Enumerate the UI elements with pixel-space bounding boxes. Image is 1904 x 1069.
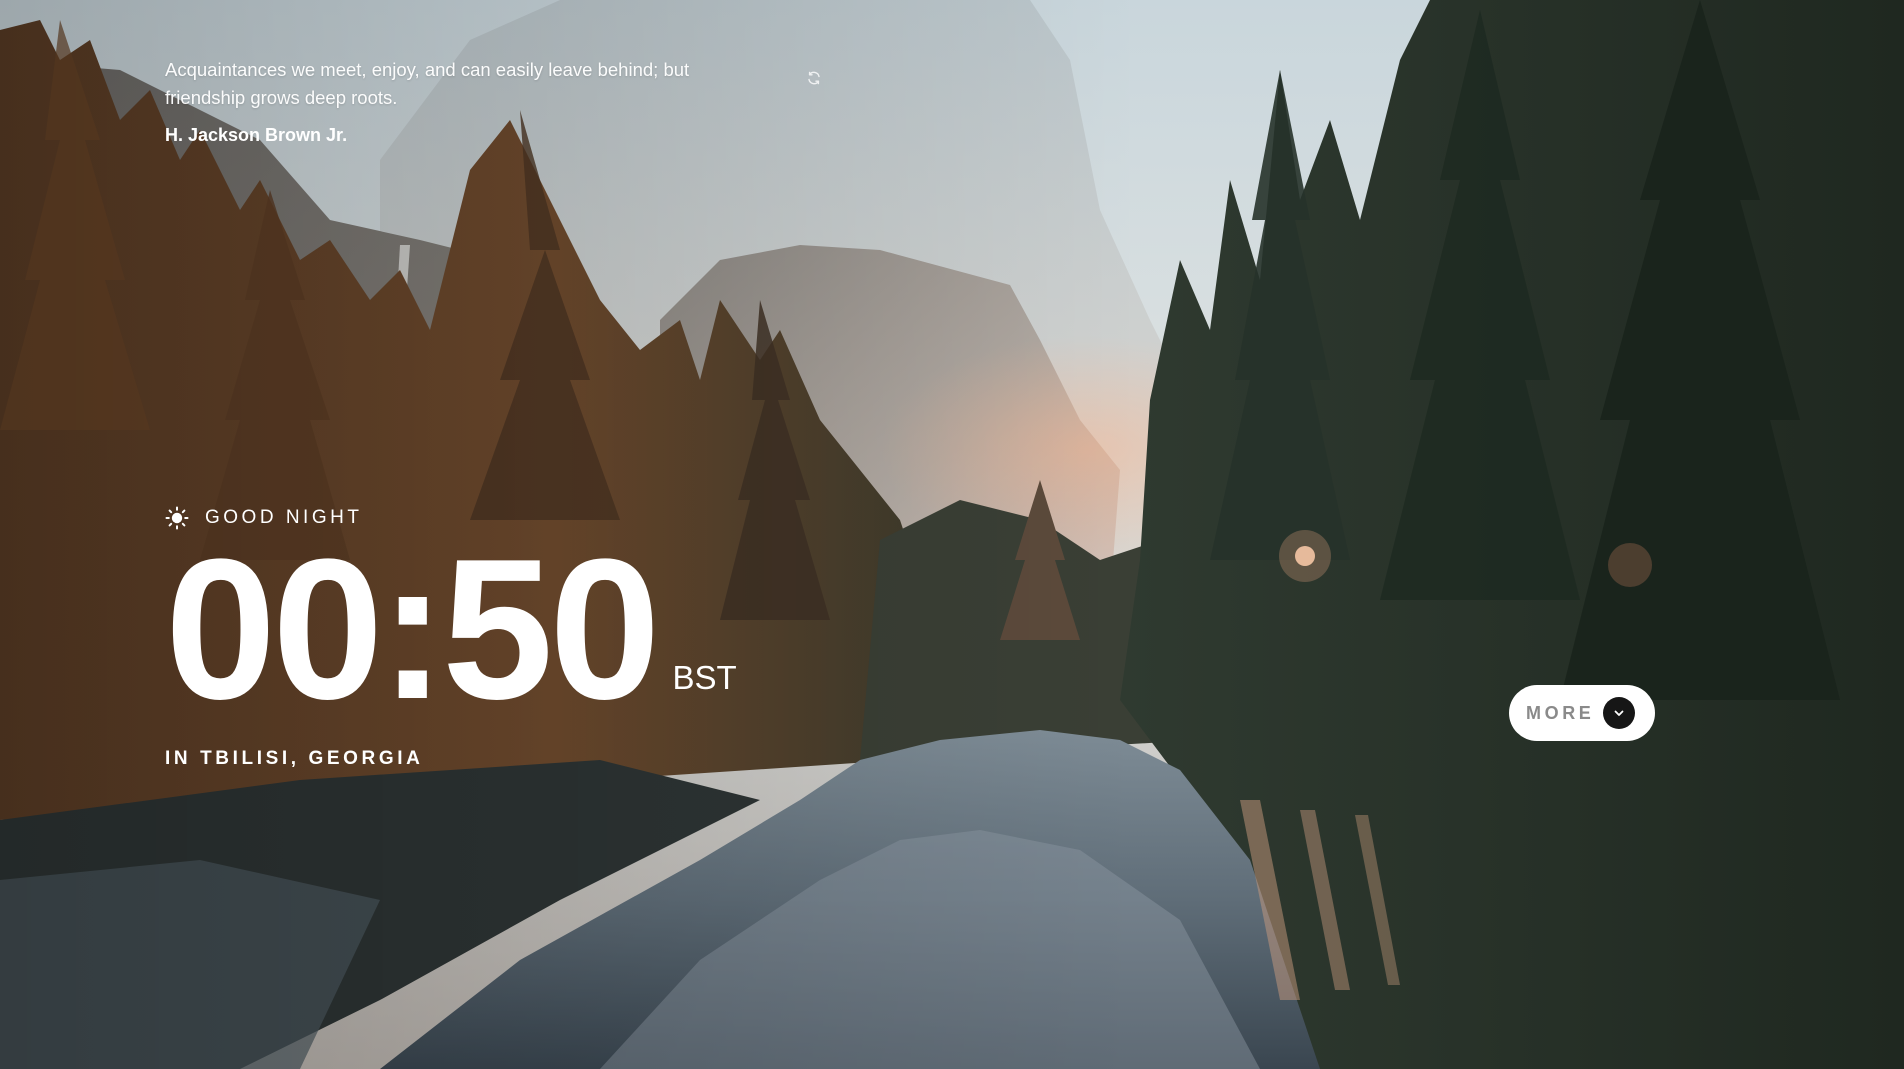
quote-text: Acquaintances we meet, enjoy, and can ea… — [165, 59, 690, 108]
clock-time: 00:50 — [165, 518, 661, 741]
refresh-icon — [806, 70, 822, 86]
clock: 00:50 BST — [165, 518, 737, 741]
quote-author: H. Jackson Brown Jr. — [165, 125, 348, 145]
clock-timezone: BST — [672, 659, 737, 696]
quote-section: Acquaintances we meet, enjoy, and can ea… — [165, 56, 825, 146]
refresh-quote-button[interactable] — [802, 66, 826, 90]
more-button[interactable]: MORE — [1509, 685, 1655, 741]
location-text: IN TBILISI, GEORGIA — [165, 748, 424, 769]
more-button-label: MORE — [1526, 702, 1595, 723]
chevron-down-icon — [1603, 697, 1635, 729]
